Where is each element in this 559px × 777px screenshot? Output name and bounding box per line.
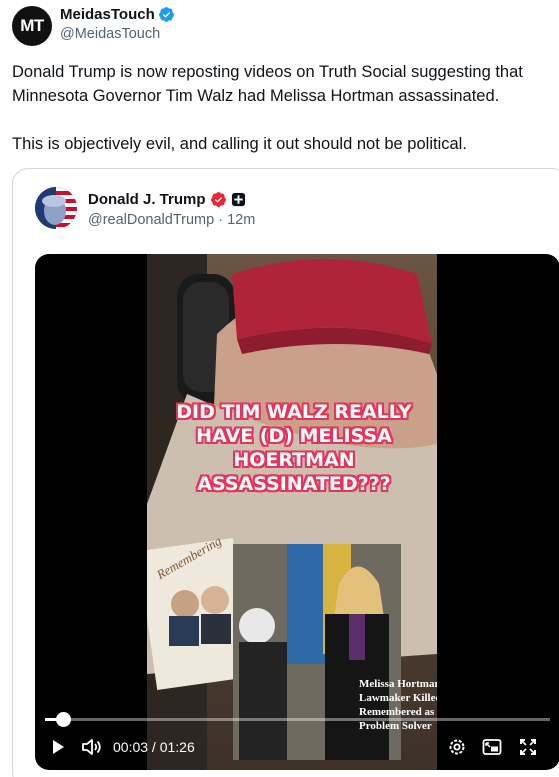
fullscreen-icon — [520, 739, 536, 755]
author-handle[interactable]: @MeidasTouch — [60, 26, 160, 42]
video-player[interactable]: Melissa Hortman, Minnesota Lawmaker Kill… — [35, 254, 559, 770]
time-current: 00:03 — [113, 739, 149, 755]
picture-in-picture-icon — [482, 739, 502, 755]
author-avatar[interactable]: MT — [12, 6, 52, 46]
quoted-author-avatar[interactable] — [35, 187, 77, 229]
post-text: Donald Trump is now reposting videos on … — [12, 60, 557, 156]
volume-button[interactable] — [81, 736, 103, 758]
post-paragraph-2: This is objectively evil, and calling it… — [12, 135, 467, 153]
author-name[interactable]: MeidasTouch — [60, 6, 155, 23]
avatar-image — [35, 187, 77, 229]
video-time: 00:03 / 01:26 — [113, 739, 195, 755]
quoted-author-name-row[interactable]: Donald J. Trump — [88, 191, 246, 208]
time-total: 01:26 — [159, 739, 195, 755]
video-controls: 00:03 / 01:26 — [35, 706, 559, 770]
picture-in-picture-button[interactable] — [481, 736, 503, 758]
fullscreen-button[interactable] — [517, 736, 539, 758]
quoted-author-handle[interactable]: @realDonaldTrump · 12m — [88, 212, 255, 228]
settings-button[interactable] — [446, 736, 468, 758]
video-progress-bar[interactable] — [45, 712, 550, 727]
settings-icon — [449, 739, 465, 755]
author-name-row[interactable]: MeidasTouch — [60, 6, 175, 23]
volume-icon — [82, 739, 101, 755]
play-button[interactable] — [47, 736, 69, 758]
video-overlay-text: DID TIM WALZ REALLY HAVE (D) MELISSA HOE… — [176, 401, 412, 495]
video-frame: Melissa Hortman, Minnesota Lawmaker Kill… — [147, 254, 437, 770]
avatar-logo-text: MT — [20, 16, 44, 35]
verified-badge-icon — [210, 192, 226, 207]
time-separator: / — [148, 739, 160, 755]
play-icon — [53, 740, 64, 754]
quoted-author-name[interactable]: Donald J. Trump — [88, 191, 206, 208]
government-badge-icon — [231, 192, 245, 207]
video-progress-knob[interactable] — [55, 712, 71, 727]
verified-badge-icon — [158, 7, 174, 22]
quoted-post-card[interactable]: Donald J. Trump @realDonaldTrump · 12m M… — [12, 168, 559, 777]
post-paragraph-1: Donald Trump is now reposting videos on … — [12, 63, 523, 105]
